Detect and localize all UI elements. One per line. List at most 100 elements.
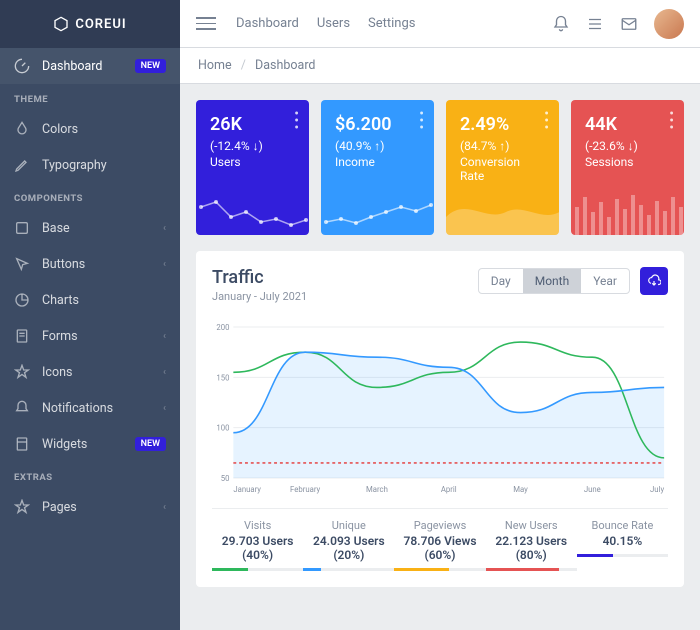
range-year[interactable]: Year <box>581 269 629 293</box>
card-menu-icon[interactable]: ••• <box>419 112 424 133</box>
svg-text:May: May <box>513 485 528 494</box>
header: Dashboard Users Settings <box>180 0 700 48</box>
card-sparkline <box>321 187 434 235</box>
stat-bounce: Bounce Rate 40.15% <box>577 519 668 571</box>
card-sparkline <box>571 187 684 235</box>
calculator-icon <box>14 436 30 452</box>
sidebar-item-colors[interactable]: Colors <box>0 111 180 147</box>
traffic-subtitle: January - July 2021 <box>212 290 307 303</box>
envelope-icon[interactable] <box>620 15 638 33</box>
sidebar-item-label: Charts <box>42 293 79 308</box>
svg-text:100: 100 <box>216 424 229 433</box>
logo[interactable]: COREUI <box>0 0 180 48</box>
stat-label: New Users <box>486 519 577 532</box>
card-income: ••• $6.200 (40.9% ↑) Income <box>321 100 434 235</box>
badge-new: NEW <box>135 437 166 451</box>
card-users: ••• 26K (-12.4% ↓) Users <box>196 100 309 235</box>
chevron-left-icon: ‹ <box>163 502 166 513</box>
bell-icon[interactable] <box>552 15 570 33</box>
sidebar: COREUI Dashboard NEW THEME Colors Typogr… <box>0 0 180 630</box>
card-value: 2.49% <box>460 114 545 135</box>
stat-value: 24.093 Users (20%) <box>303 534 394 562</box>
sidebar-item-buttons[interactable]: Buttons ‹ <box>0 246 180 282</box>
chevron-left-icon: ‹ <box>163 259 166 270</box>
breadcrumb: Home / Dashboard <box>180 48 700 84</box>
stat-value: 40.15% <box>577 534 668 548</box>
sidebar-item-label: Colors <box>42 122 78 137</box>
stat-value: 29.703 Users (40%) <box>212 534 303 562</box>
sidebar-item-typography[interactable]: Typography <box>0 147 180 183</box>
card-label: Users <box>210 155 295 169</box>
card-change: (-12.4% ↓) <box>210 139 295 153</box>
stat-pageviews: Pageviews 78.706 Views (60%) <box>394 519 485 571</box>
stat-label: Pageviews <box>394 519 485 532</box>
stat-bar <box>486 568 577 571</box>
traffic-footer-stats: Visits 29.703 Users (40%) Unique 24.093 … <box>212 508 668 571</box>
card-change: (-23.6% ↓) <box>585 139 670 153</box>
range-day[interactable]: Day <box>479 269 523 293</box>
sidebar-item-widgets[interactable]: Widgets NEW <box>0 426 180 462</box>
main: Dashboard Users Settings Home / Dashboar… <box>180 0 700 630</box>
card-sessions: ••• 44K (-23.6% ↓) Sessions <box>571 100 684 235</box>
stat-value: 78.706 Views (60%) <box>394 534 485 562</box>
sidebar-item-forms[interactable]: Forms ‹ <box>0 318 180 354</box>
cloud-download-icon <box>647 274 661 288</box>
stat-bar <box>394 568 485 571</box>
drop-icon <box>14 121 30 137</box>
sidebar-item-label: Typography <box>42 158 107 173</box>
svg-text:July: July <box>650 485 664 494</box>
nav-title-extras: EXTRAS <box>0 462 180 489</box>
stat-visits: Visits 29.703 Users (40%) <box>212 519 303 571</box>
badge-new: NEW <box>135 59 166 73</box>
breadcrumb-home[interactable]: Home <box>198 58 232 73</box>
bell-icon <box>14 400 30 416</box>
card-menu-icon[interactable]: ••• <box>544 112 549 133</box>
card-change: (40.9% ↑) <box>335 139 420 153</box>
sidebar-item-label: Icons <box>42 365 72 380</box>
card-value: 26K <box>210 114 295 135</box>
sidebar-item-icons[interactable]: Icons ‹ <box>0 354 180 390</box>
nav-dashboard[interactable]: Dashboard <box>236 16 299 31</box>
star-icon <box>14 364 30 380</box>
traffic-chart: 50100150200JanuaryFebruaryMarchAprilMayJ… <box>212 321 668 496</box>
chart-icon <box>14 292 30 308</box>
sidebar-item-label: Notifications <box>42 401 113 416</box>
chevron-left-icon: ‹ <box>163 367 166 378</box>
stat-bar <box>212 568 303 571</box>
sidebar-item-label: Dashboard <box>42 59 102 74</box>
content: ••• 26K (-12.4% ↓) Users ••• $6.200 (40.… <box>180 84 700 603</box>
breadcrumb-separator: / <box>241 58 246 73</box>
svg-text:200: 200 <box>216 323 229 332</box>
range-month[interactable]: Month <box>523 269 581 293</box>
nav-title-theme: THEME <box>0 84 180 111</box>
notes-icon <box>14 328 30 344</box>
sidebar-item-label: Forms <box>42 329 78 344</box>
sidebar-item-charts[interactable]: Charts <box>0 282 180 318</box>
stat-value: 22.123 Users (80%) <box>486 534 577 562</box>
sidebar-item-dashboard[interactable]: Dashboard NEW <box>0 48 180 84</box>
avatar[interactable] <box>654 9 684 39</box>
card-label: Sessions <box>585 155 670 169</box>
card-menu-icon[interactable]: ••• <box>294 112 299 133</box>
star-icon <box>14 499 30 515</box>
logo-text: COREUI <box>75 17 126 32</box>
sidebar-item-label: Widgets <box>42 437 87 452</box>
sidebar-item-notifications[interactable]: Notifications ‹ <box>0 390 180 426</box>
menu-toggle-icon[interactable] <box>196 14 216 34</box>
svg-text:January: January <box>233 485 261 494</box>
pencil-icon <box>14 157 30 173</box>
download-button[interactable] <box>640 267 668 295</box>
card-value: $6.200 <box>335 114 420 135</box>
list-icon[interactable] <box>586 15 604 33</box>
traffic-panel: Traffic January - July 2021 Day Month Ye… <box>196 251 684 587</box>
nav-settings[interactable]: Settings <box>368 16 415 31</box>
range-toggle: Day Month Year <box>478 268 630 294</box>
sidebar-item-pages[interactable]: Pages ‹ <box>0 489 180 525</box>
stat-newusers: New Users 22.123 Users (80%) <box>486 519 577 571</box>
stat-label: Unique <box>303 519 394 532</box>
cursor-icon <box>14 256 30 272</box>
nav-users[interactable]: Users <box>317 16 350 31</box>
card-menu-icon[interactable]: ••• <box>669 112 674 133</box>
sidebar-item-base[interactable]: Base ‹ <box>0 210 180 246</box>
puzzle-icon <box>14 220 30 236</box>
